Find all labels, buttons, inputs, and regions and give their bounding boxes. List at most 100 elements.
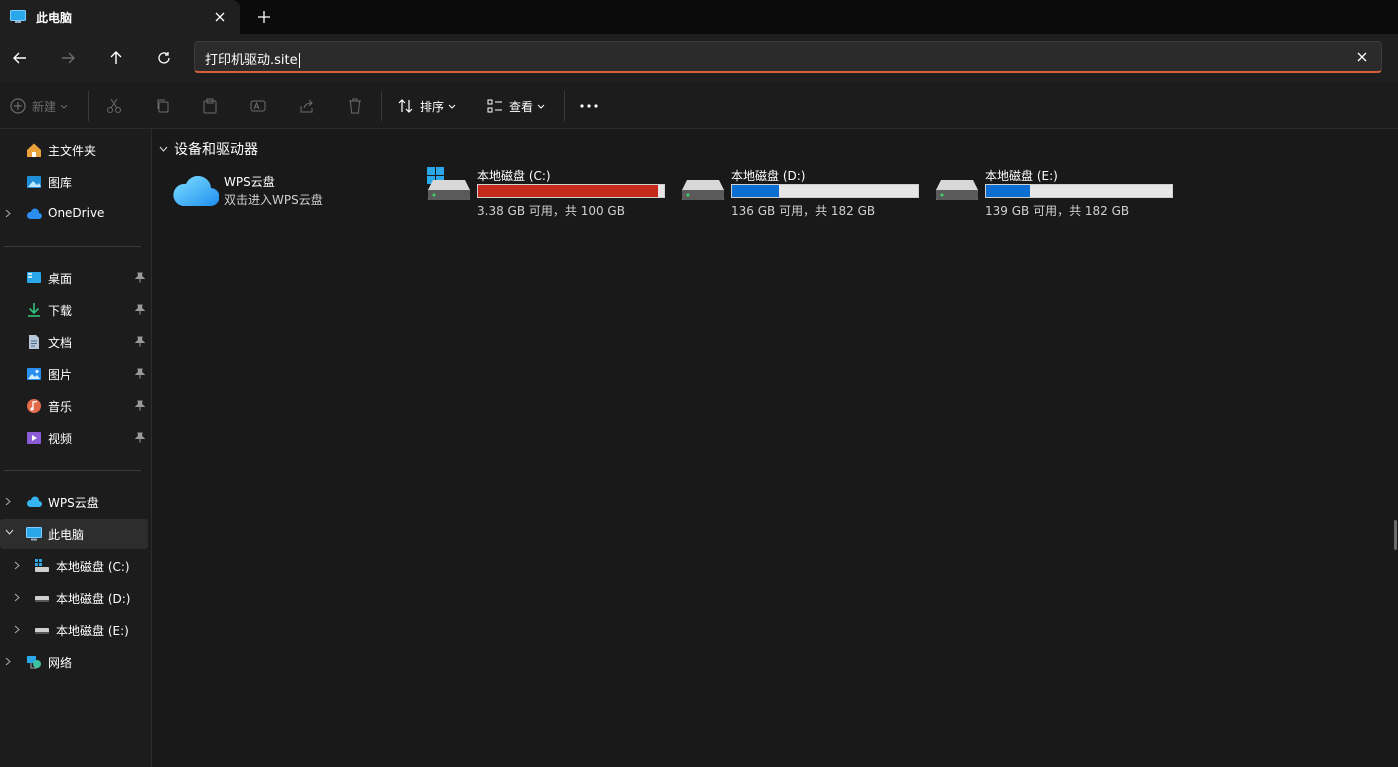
pin-icon	[135, 304, 145, 315]
trash-icon	[349, 98, 361, 114]
sidebar-item-this-pc[interactable]: 此电脑	[0, 519, 148, 549]
paste-button[interactable]	[202, 94, 218, 118]
up-icon[interactable]	[102, 44, 130, 72]
pin-icon	[135, 368, 145, 379]
wps-cloud-tile[interactable]: WPS云盘 双击进入WPS云盘	[173, 172, 393, 212]
wps-subtitle: 双击进入WPS云盘	[224, 193, 323, 207]
refresh-icon[interactable]	[150, 44, 178, 72]
share-icon	[300, 99, 313, 113]
sidebar-item-label: 本地磁盘 (C:)	[56, 560, 130, 574]
paste-icon	[203, 98, 217, 114]
pin-icon	[135, 336, 145, 347]
sidebar-item-drive-c[interactable]: 本地磁盘 (C:)	[0, 551, 148, 581]
system-drive-icon	[427, 167, 470, 200]
tab-label: 此电脑	[36, 11, 73, 25]
drive-tile-e[interactable]: 本地磁盘 (E:) 139 GB 可用，共 182 GB	[935, 166, 1185, 218]
rename-icon	[250, 100, 266, 112]
pin-icon	[135, 400, 145, 411]
navigation-pane: 主文件夹 图库 OneDrive 桌面 下载 文档 图片 音乐 视频 WPS云盘…	[0, 129, 152, 767]
wps-cloud-icon	[26, 496, 42, 507]
sidebar-item-gallery[interactable]: 图库	[0, 167, 148, 197]
forward-icon[interactable]	[54, 44, 82, 72]
drive-usage-bar	[477, 184, 665, 198]
drive-icon	[682, 180, 724, 200]
gallery-icon	[27, 176, 41, 188]
back-icon[interactable]	[6, 44, 34, 72]
drive-free-space: 3.38 GB 可用，共 100 GB	[477, 204, 625, 218]
more-options-button[interactable]	[580, 94, 598, 118]
close-tab-icon[interactable]	[210, 7, 230, 27]
drive-name: 本地磁盘 (E:)	[985, 169, 1058, 183]
cut-button[interactable]	[106, 94, 122, 118]
cloud-icon	[26, 208, 42, 219]
plus-circle-icon	[10, 98, 26, 114]
wps-cloud-icon	[173, 175, 219, 207]
tab-this-pc[interactable]: 此电脑	[0, 0, 240, 34]
sidebar-item-drive-d[interactable]: 本地磁盘 (D:)	[0, 583, 148, 613]
sort-label: 排序	[420, 99, 445, 114]
drive-usage-fill	[986, 185, 1030, 197]
drive-tile-c[interactable]: 本地磁盘 (C:) 3.38 GB 可用，共 100 GB	[427, 166, 677, 218]
address-input[interactable]: 打印机驱动.site	[194, 41, 1382, 73]
drive-name: 本地磁盘 (C:)	[477, 169, 551, 183]
divider	[4, 470, 141, 471]
chevron-right-icon	[14, 561, 20, 570]
sidebar-item-videos[interactable]: 视频	[0, 423, 148, 453]
view-icon	[487, 99, 502, 113]
new-button[interactable]: 新建	[10, 94, 68, 118]
desktop-icon	[27, 272, 41, 283]
sidebar-item-label: 本地磁盘 (E:)	[56, 624, 129, 638]
drive-icon	[35, 596, 49, 602]
sidebar-item-downloads[interactable]: 下载	[0, 295, 148, 325]
delete-button[interactable]	[347, 94, 363, 118]
sidebar-item-music[interactable]: 音乐	[0, 391, 148, 421]
pin-icon	[135, 272, 145, 283]
pc-icon	[26, 527, 42, 541]
sidebar-item-desktop[interactable]: 桌面	[0, 263, 148, 293]
chevron-right-icon	[5, 209, 11, 218]
sidebar-item-onedrive[interactable]: OneDrive	[0, 199, 148, 229]
sidebar-item-documents[interactable]: 文档	[0, 327, 148, 357]
copy-button[interactable]	[155, 94, 171, 118]
navigation-bar: 打印机驱动.site	[0, 34, 1398, 82]
sidebar-item-pictures[interactable]: 图片	[0, 359, 148, 389]
drive-icon	[936, 180, 978, 200]
chevron-right-icon	[5, 497, 11, 506]
view-button[interactable]: 查看	[487, 94, 545, 118]
cut-icon	[107, 98, 121, 113]
sidebar-item-drive-e[interactable]: 本地磁盘 (E:)	[0, 615, 148, 645]
share-button[interactable]	[299, 94, 315, 118]
sidebar-item-label: 桌面	[48, 272, 73, 286]
document-icon	[29, 335, 39, 349]
copy-icon	[157, 99, 169, 113]
rename-button[interactable]	[250, 94, 266, 118]
drive-usage-bar	[985, 184, 1173, 198]
sidebar-item-label: 视频	[48, 432, 73, 446]
new-tab-icon[interactable]	[253, 7, 275, 27]
clear-icon[interactable]	[1353, 48, 1371, 66]
sidebar-item-label: 文档	[48, 336, 73, 350]
drive-tile-d[interactable]: 本地磁盘 (D:) 136 GB 可用，共 182 GB	[681, 166, 931, 218]
sidebar-item-label: 图片	[48, 368, 73, 382]
network-icon	[27, 656, 41, 669]
drive-free-space: 136 GB 可用，共 182 GB	[731, 204, 876, 218]
pin-icon	[135, 432, 145, 443]
download-icon	[28, 303, 40, 317]
sort-icon	[398, 99, 413, 113]
chevron-down-icon	[60, 104, 68, 109]
sort-button[interactable]: 排序	[398, 94, 456, 118]
chevron-down-icon	[5, 529, 14, 535]
text-caret	[298, 53, 300, 68]
command-bar: 新建 排序 查看	[0, 82, 1398, 129]
sidebar-item-home[interactable]: 主文件夹	[0, 135, 148, 165]
sidebar-item-label: 下载	[48, 304, 73, 318]
chevron-down-icon	[448, 104, 456, 109]
home-icon	[27, 143, 41, 157]
drive-usage-fill	[478, 185, 658, 197]
group-header[interactable]: 设备和驱动器	[159, 139, 258, 159]
scrollbar-thumb[interactable]	[1394, 520, 1397, 550]
sidebar-item-network[interactable]: 网络	[0, 647, 148, 677]
more-icon	[580, 104, 598, 108]
sidebar-item-wps-cloud[interactable]: WPS云盘	[0, 487, 148, 517]
sidebar-item-label: 主文件夹	[48, 144, 97, 158]
